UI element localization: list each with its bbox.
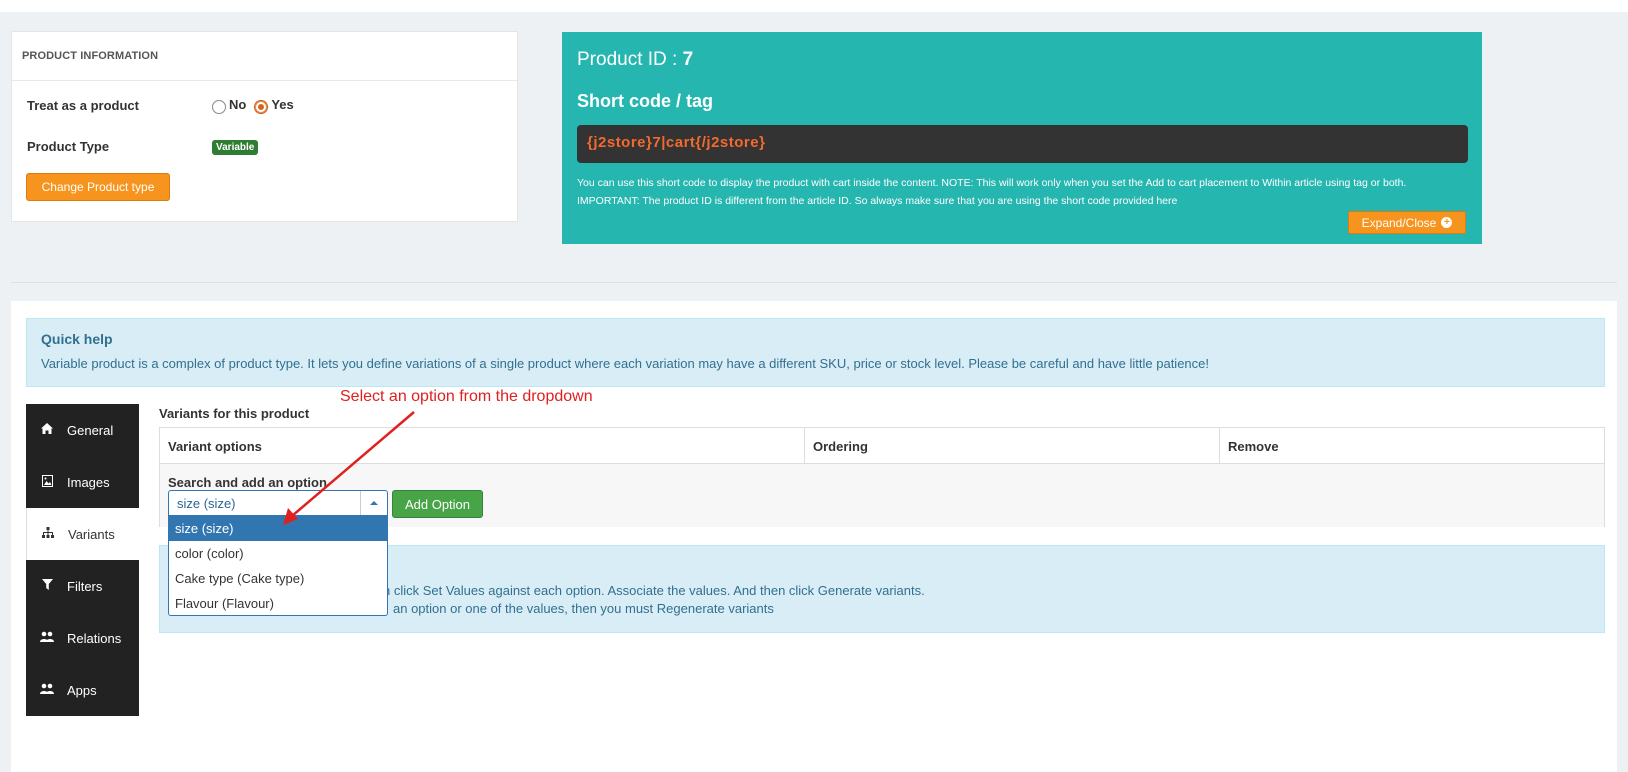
image-icon [40, 474, 54, 490]
tab-label: Filters [67, 578, 103, 594]
tab-label: Relations [67, 630, 122, 646]
radio-yes[interactable] [254, 99, 269, 114]
product-tabs: General Images Variants Filters Relation… [26, 404, 139, 716]
tab-label: Images [67, 474, 110, 490]
chevron-up-icon[interactable] [360, 491, 387, 515]
variants-title: Variants for this product [159, 406, 310, 421]
tab-relations[interactable]: Relations [26, 612, 139, 664]
section-divider [11, 282, 1617, 283]
tab-label: Apps [67, 682, 97, 698]
product-id-value: 7 [682, 49, 694, 70]
change-product-type-button[interactable]: Change Product type [26, 173, 170, 201]
treat-as-product-radios: No Yes [212, 97, 302, 114]
panel-header: PRODUCT INFORMATION [12, 32, 517, 81]
option-select-value: size (size) [177, 496, 236, 511]
expand-close-label: Expand/Close [1361, 215, 1437, 230]
sitemap-icon [41, 527, 55, 541]
tab-images[interactable]: Images [26, 456, 139, 508]
info-line-1: n click Set Values against each option. … [383, 583, 925, 598]
users-icon [40, 631, 54, 645]
top-strip [0, 0, 1628, 12]
shortcode-note-line1: You can use this short code to display t… [577, 177, 1407, 189]
tab-label: Variants [68, 526, 115, 542]
tab-general[interactable]: General [26, 404, 139, 456]
product-id-label: Product ID : [577, 49, 678, 70]
add-option-button[interactable]: Add Option [392, 490, 483, 518]
quick-help-title: Quick help [41, 331, 113, 347]
quick-help-box: Quick help Variable product is a complex… [26, 318, 1605, 387]
tab-filters[interactable]: Filters [26, 560, 139, 612]
plus-circle-icon: + [1441, 217, 1453, 228]
dropdown-option[interactable]: color (color) [169, 541, 387, 566]
search-option-label: Search and add an option [168, 475, 327, 490]
tab-label: General [67, 422, 114, 438]
product-information-panel: PRODUCT INFORMATION Treat as a product N… [11, 31, 518, 222]
filter-icon [40, 579, 54, 593]
annotation-text: Select an option from the dropdown [340, 388, 593, 405]
radio-no[interactable] [212, 99, 226, 114]
variants-table-header: Variant options Ordering Remove [160, 428, 1604, 464]
users-icon [40, 683, 54, 697]
shortcode-note-line2: IMPORTANT: The product ID is different f… [577, 195, 1178, 207]
home-icon [40, 423, 54, 437]
radio-no-label[interactable]: No [229, 97, 246, 112]
col-ordering: Ordering [805, 428, 1220, 463]
tab-variants[interactable]: Variants [26, 508, 139, 560]
dropdown-option[interactable]: Flavour (Flavour) [169, 591, 387, 616]
expand-close-button[interactable]: Expand/Close + [1348, 211, 1466, 234]
shortcode-panel: Product ID : 7 Short code / tag {j2store… [562, 32, 1482, 244]
col-variant-options: Variant options [160, 428, 805, 463]
option-select[interactable]: size (size) [168, 490, 388, 516]
radio-yes-label[interactable]: Yes [271, 97, 293, 112]
tab-apps[interactable]: Apps [26, 664, 139, 716]
quick-help-text: Variable product is a complex of product… [41, 356, 1209, 371]
product-id: Product ID : 7 [577, 49, 693, 71]
shortcode-title: Short code / tag [577, 91, 714, 111]
shortcode-note: You can use this short code to display t… [577, 174, 1472, 210]
product-type-badge: Variable [212, 140, 259, 155]
dropdown-option[interactable]: size (size) [169, 516, 387, 541]
treat-as-product-label: Treat as a product [27, 98, 139, 113]
dropdown-option[interactable]: Cake type (Cake type) [169, 566, 387, 591]
col-remove: Remove [1228, 439, 1279, 454]
product-type-label: Product Type [27, 139, 110, 154]
option-dropdown-list: size (size) color (color) Cake type (Cak… [168, 516, 388, 616]
info-line-2: an option or one of the values, then you… [393, 601, 774, 616]
shortcode-code[interactable]: {j2store}7|cart{/j2store} [577, 125, 1468, 163]
